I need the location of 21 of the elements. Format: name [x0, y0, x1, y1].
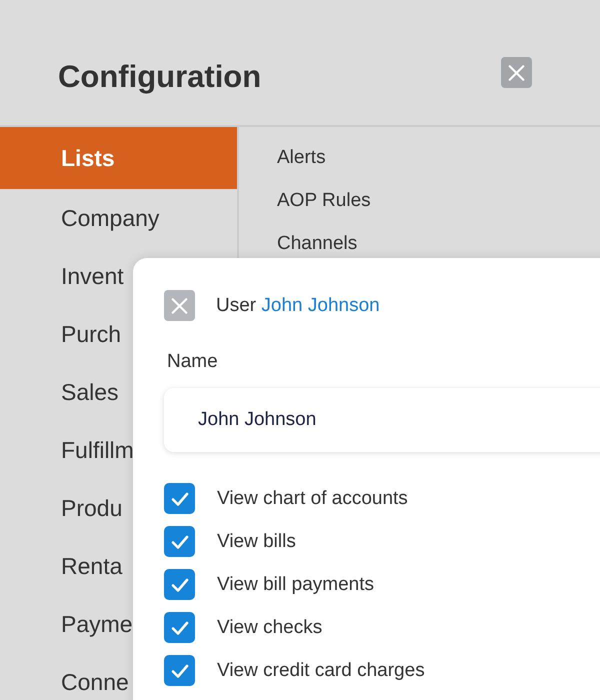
close-button[interactable]	[164, 290, 195, 321]
checkbox-label: View bills	[217, 530, 296, 552]
list-item[interactable]: Alerts	[277, 147, 371, 190]
user-link[interactable]: John Johnson	[261, 294, 380, 316]
name-field[interactable]: John Johnson	[164, 388, 600, 452]
checkbox[interactable]	[164, 655, 195, 686]
checkbox-label: View bill payments	[217, 574, 374, 596]
checkbox[interactable]	[164, 483, 195, 514]
sidebar-item[interactable]: Lists	[0, 127, 237, 189]
panel-title: User John Johnson	[216, 294, 380, 316]
checkbox-label: View credit card charges	[217, 660, 425, 682]
checkbox[interactable]	[164, 612, 195, 643]
field-label: Name	[167, 351, 219, 373]
checkbox-label: View checks	[217, 616, 322, 638]
close-button[interactable]	[501, 57, 532, 88]
sidebar-item[interactable]: Company	[0, 189, 237, 247]
checkbox-label: View chart of accounts	[217, 488, 408, 510]
checkbox[interactable]	[164, 526, 195, 557]
checkbox[interactable]	[164, 569, 195, 600]
list-item[interactable]: AOP Rules	[277, 190, 371, 233]
window-title: Configuration	[58, 58, 262, 94]
